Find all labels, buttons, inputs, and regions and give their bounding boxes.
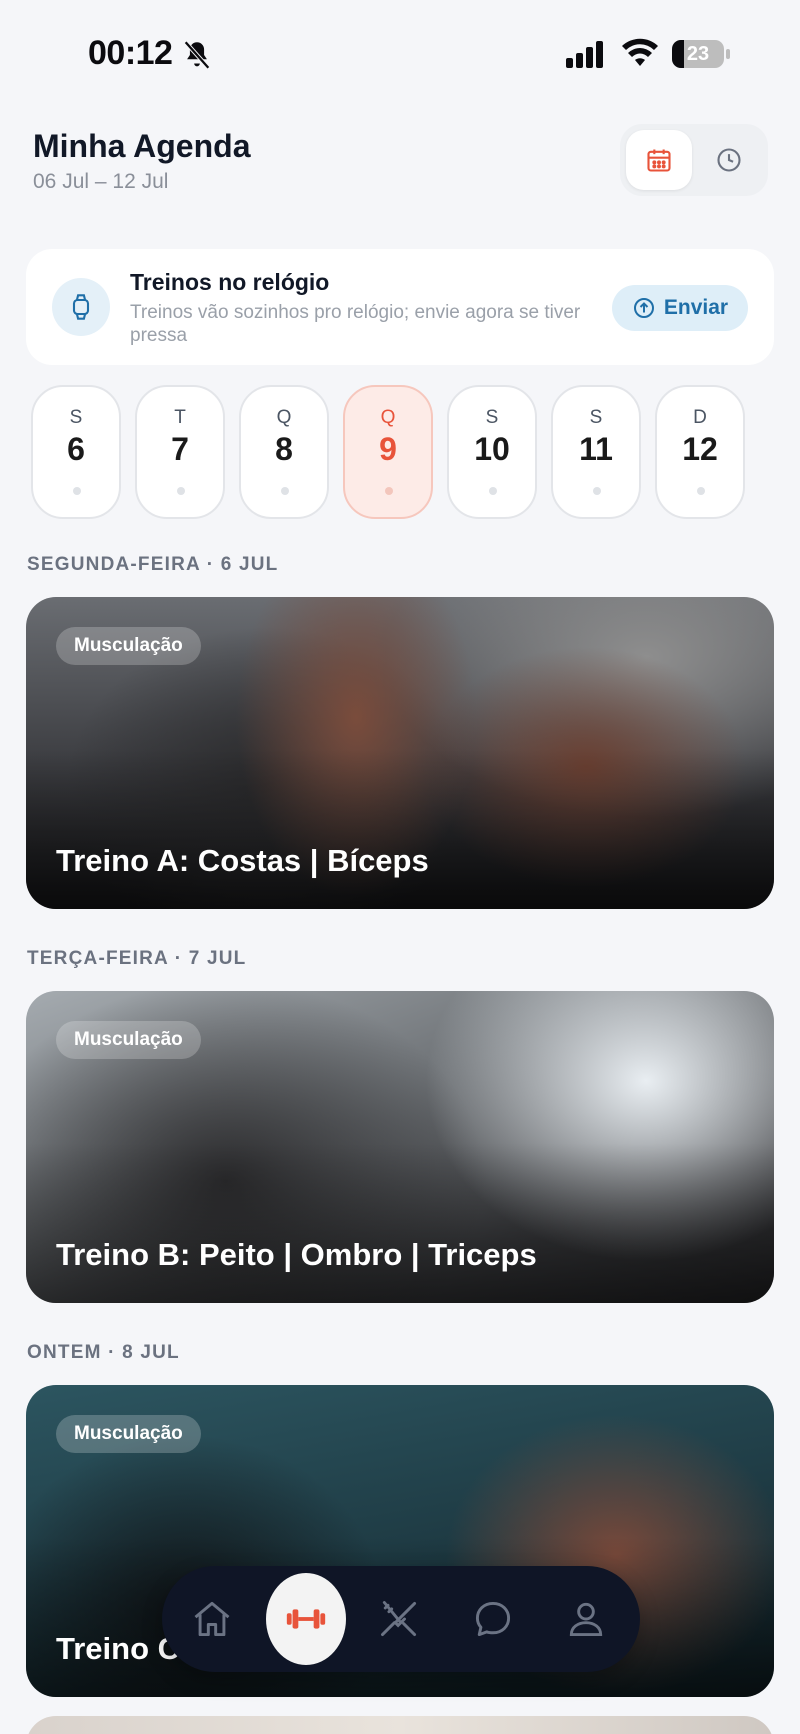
nav-nutrition[interactable] bbox=[359, 1566, 439, 1672]
day-dot bbox=[177, 487, 185, 495]
day-chip[interactable]: S 10 bbox=[447, 385, 537, 519]
workout-title: Treino C bbox=[56, 1631, 181, 1666]
nav-profile[interactable] bbox=[546, 1566, 626, 1672]
day-number: 12 bbox=[682, 431, 718, 467]
workout-title: Treino A: Costas | Bíceps bbox=[56, 843, 429, 878]
day-number: 10 bbox=[474, 431, 510, 467]
calendar-icon bbox=[647, 149, 671, 172]
day-dot bbox=[73, 487, 81, 495]
workout-card[interactable]: Musculação Treino B: Peito | Ombro | Tri… bbox=[26, 991, 774, 1303]
day-letter: Q bbox=[276, 407, 292, 428]
image-shade bbox=[26, 1143, 774, 1303]
send-button-label: Enviar bbox=[663, 296, 729, 319]
user-icon bbox=[569, 1602, 603, 1637]
date-range: 06 Jul – 12 Jul bbox=[33, 170, 169, 193]
day-number: 6 bbox=[67, 431, 85, 467]
upload-circle-icon bbox=[633, 298, 654, 318]
day-dot bbox=[489, 487, 497, 495]
bell-muted-icon bbox=[184, 40, 210, 70]
day-letter: T bbox=[174, 407, 186, 428]
battery-icon: 23 bbox=[672, 40, 730, 68]
day-letter: S bbox=[69, 407, 83, 428]
day-number: 7 bbox=[171, 431, 189, 467]
image-shade bbox=[26, 749, 774, 909]
day-dot bbox=[593, 487, 601, 495]
day-number: 8 bbox=[275, 431, 293, 467]
day-chip[interactable]: D 12 bbox=[655, 385, 745, 519]
day-number: 9 bbox=[379, 431, 397, 467]
day-chip[interactable]: S 6 bbox=[31, 385, 121, 519]
section-date-label: SEGUNDA-FEIRA · 6 JUL bbox=[27, 554, 279, 575]
day-chip-selected[interactable]: Q 9 bbox=[343, 385, 433, 519]
fork-knife-icon bbox=[381, 1601, 417, 1637]
dumbbell-icon bbox=[286, 1609, 326, 1629]
section-date-label: ONTEM · 8 JUL bbox=[27, 1342, 180, 1363]
day-chip[interactable]: Q 8 bbox=[239, 385, 329, 519]
section-date-label: TERÇA-FEIRA · 7 JUL bbox=[27, 948, 247, 969]
watch-card-title: Treinos no relógio bbox=[130, 269, 330, 295]
bottom-nav bbox=[162, 1566, 640, 1672]
day-chip[interactable]: S 11 bbox=[551, 385, 641, 519]
view-toggle bbox=[620, 124, 768, 196]
workout-type-tag: Musculação bbox=[56, 1021, 201, 1059]
day-letter: S bbox=[589, 407, 603, 428]
nav-chat[interactable] bbox=[453, 1566, 533, 1672]
next-workout-card-peek[interactable] bbox=[26, 1716, 774, 1734]
nav-workouts[interactable] bbox=[266, 1566, 346, 1672]
day-letter: D bbox=[693, 407, 707, 428]
day-dot bbox=[385, 487, 393, 495]
watch-card-description: Treinos vão sozinhos pro relógio; envie … bbox=[130, 302, 581, 346]
workout-type-tag: Musculação bbox=[56, 1415, 201, 1453]
workout-card[interactable]: Musculação Treino A: Costas | Bíceps bbox=[26, 597, 774, 909]
calendar-view-button[interactable] bbox=[626, 130, 692, 190]
day-dot bbox=[697, 487, 705, 495]
day-chip[interactable]: T 7 bbox=[135, 385, 225, 519]
history-view-button[interactable] bbox=[696, 130, 762, 190]
send-button[interactable]: Enviar bbox=[612, 285, 748, 331]
watch-icon bbox=[72, 294, 90, 320]
day-dot bbox=[281, 487, 289, 495]
chat-bubble-icon bbox=[475, 1601, 511, 1637]
day-letter: Q bbox=[380, 407, 396, 428]
home-icon bbox=[194, 1601, 230, 1637]
nav-home[interactable] bbox=[172, 1566, 252, 1672]
workout-type-tag: Musculação bbox=[56, 627, 201, 665]
day-number: 11 bbox=[579, 431, 613, 467]
status-bar: 00:12 23 bbox=[0, 0, 800, 100]
workout-title: Treino B: Peito | Ombro | Triceps bbox=[56, 1237, 537, 1272]
battery-level: 23 bbox=[686, 43, 710, 65]
watch-sync-card: Treinos no relógio Treinos vão sozinhos … bbox=[26, 249, 774, 365]
watch-icon-container bbox=[52, 278, 110, 336]
status-time: 00:12 bbox=[88, 34, 173, 72]
wifi-icon bbox=[622, 38, 658, 66]
clock-icon bbox=[717, 148, 741, 172]
day-letter: S bbox=[485, 407, 499, 428]
page-title: Minha Agenda bbox=[33, 128, 251, 164]
cellular-signal-icon bbox=[566, 41, 603, 68]
